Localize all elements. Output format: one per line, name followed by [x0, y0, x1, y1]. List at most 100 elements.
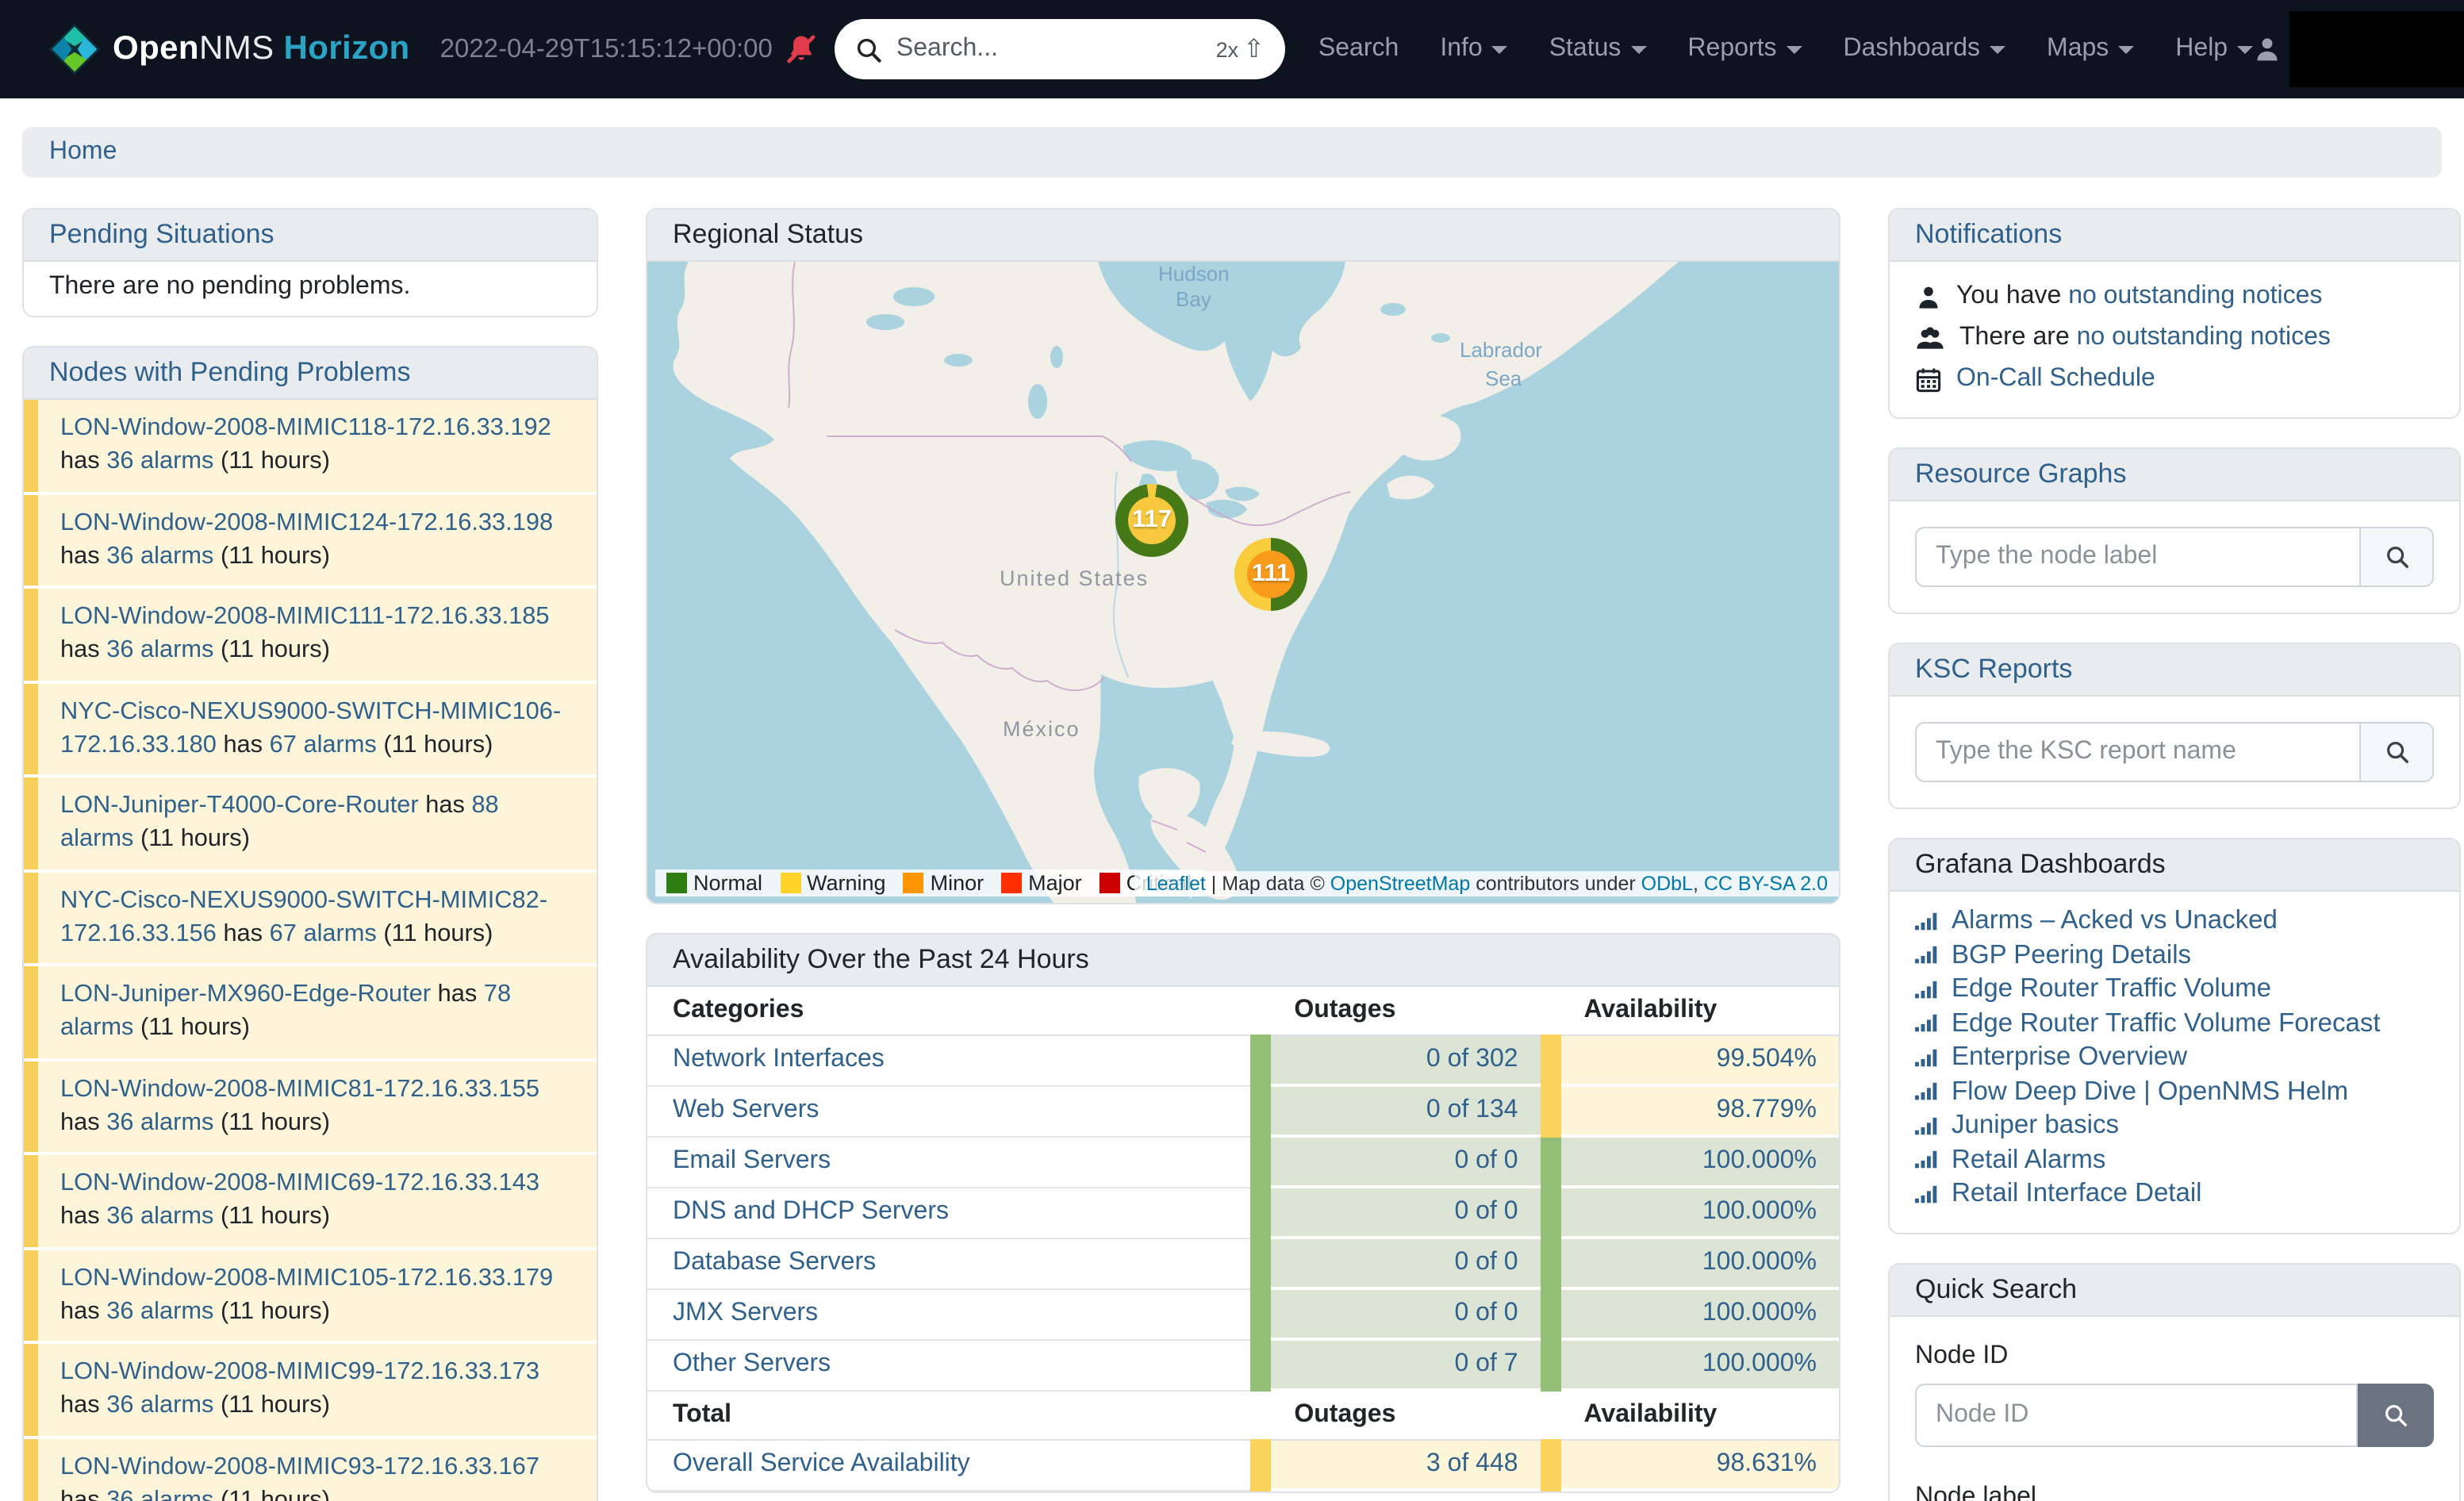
node-link[interactable]: LON-Window-2008-MIMIC118-172.16.33.192 — [60, 414, 551, 441]
server-timestamp: 2022-04-29T15:15:12+00:00 — [440, 34, 773, 64]
regional-status-map[interactable]: Hudson Bay Labrador Sea United States Mé… — [647, 262, 1839, 903]
col-header-availability: Availability — [1551, 987, 1839, 1035]
notifications-off-icon[interactable] — [784, 32, 819, 67]
alarms-link[interactable]: 36 alarms — [106, 1392, 213, 1419]
category-link[interactable]: Web Servers — [673, 1096, 819, 1123]
category-link[interactable]: Database Servers — [673, 1249, 876, 1276]
leaflet-link[interactable]: Leaflet — [1146, 873, 1206, 895]
main-nav: Search Info Status Reports Dashboards Ma… — [1318, 35, 2253, 63]
critical-swatch — [1100, 873, 1120, 893]
table-row: Other Servers 0 of 7 100.000% — [647, 1339, 1839, 1390]
node-link[interactable]: LON-Window-2008-MIMIC93-172.16.33.167 — [60, 1453, 539, 1480]
grafana-dashboard-link[interactable]: Retail Interface Detail — [1915, 1177, 2434, 1211]
node-link[interactable]: LON-Window-2008-MIMIC124-172.16.33.198 — [60, 509, 553, 536]
grafana-dashboard-link[interactable]: Alarms – Acked vs Unacked — [1915, 904, 2434, 939]
grafana-dashboard-link[interactable]: Retail Alarms — [1915, 1143, 2434, 1177]
breadcrumb-home-link[interactable]: Home — [49, 138, 117, 165]
user-notices-link[interactable]: no outstanding notices — [2068, 282, 2322, 309]
user-menu[interactable] — [2253, 11, 2464, 87]
category-link[interactable]: Other Servers — [673, 1350, 831, 1377]
grafana-dashboard-link[interactable]: Edge Router Traffic Volume Forecast — [1915, 1007, 2434, 1041]
center-column: Regional Status — [646, 208, 1840, 1501]
node-id-search-button[interactable] — [2358, 1383, 2434, 1446]
availability-cell: 98.631% — [1551, 1440, 1839, 1490]
ksc-reports-title[interactable]: KSC Reports — [1890, 644, 2459, 697]
oncall-schedule-link[interactable]: On-Call Schedule — [1956, 359, 2155, 400]
grafana-dashboard-link[interactable]: Juniper basics — [1915, 1109, 2434, 1143]
quick-search-title: Quick Search — [1890, 1264, 2459, 1316]
map-label-united-states: United States — [1000, 566, 1149, 590]
col-header-outages: Outages — [1261, 987, 1550, 1035]
resource-graphs-search-button[interactable] — [2361, 527, 2434, 587]
outages-cell: 0 of 0 — [1261, 1187, 1550, 1238]
availability-title: Availability Over the Past 24 Hours — [647, 935, 1839, 987]
node-link[interactable]: LON-Window-2008-MIMIC69-172.16.33.143 — [60, 1169, 539, 1196]
ksc-reports-search-button[interactable] — [2361, 722, 2434, 782]
node-link[interactable]: LON-Window-2008-MIMIC81-172.16.33.155 — [60, 1075, 539, 1102]
alarms-link[interactable]: 36 alarms — [106, 637, 213, 664]
node-id-group: Node ID — [1915, 1342, 2434, 1446]
alarms-link[interactable]: 36 alarms — [106, 1298, 213, 1325]
ccbysa-link[interactable]: CC BY-SA 2.0 — [1704, 873, 1828, 895]
grafana-dashboard-link[interactable]: Edge Router Traffic Volume — [1915, 973, 2434, 1007]
availability-cell: 100.000% — [1551, 1339, 1839, 1390]
grafana-dashboard-link[interactable]: Flow Deep Dive | OpenNMS Helm — [1915, 1075, 2434, 1109]
overall-availability-link[interactable]: Overall Service Availability — [673, 1451, 970, 1478]
alarms-link[interactable]: 67 alarms — [270, 731, 377, 758]
nav-maps-menu[interactable]: Maps — [2047, 35, 2134, 63]
search-input[interactable] — [896, 35, 1202, 63]
alarms-link[interactable]: 36 alarms — [106, 448, 213, 475]
grafana-dashboard-link[interactable]: BGP Peering Details — [1915, 939, 2434, 973]
node-id-input[interactable] — [1915, 1383, 2358, 1446]
shift-key-icon: ⇧ — [1243, 33, 1265, 65]
node-link[interactable]: LON-Juniper-T4000-Core-Router — [60, 792, 419, 819]
cluster-marker-111[interactable]: 111 — [1234, 538, 1307, 611]
bar-chart-icon — [1915, 911, 1939, 933]
table-row: Database Servers 0 of 0 100.000% — [647, 1238, 1839, 1288]
availability-table: Categories Outages Availability Network … — [647, 987, 1839, 1491]
opennms-brand[interactable]: OpenNMSHorizon — [48, 22, 410, 76]
nav-info-menu[interactable]: Info — [1440, 35, 1507, 63]
alarms-link[interactable]: 36 alarms — [106, 1203, 213, 1230]
team-notices-row: There are no outstanding notices — [1915, 317, 2434, 359]
nav-status-menu[interactable]: Status — [1549, 35, 1647, 63]
alarms-link[interactable]: 36 alarms — [106, 543, 213, 570]
person-icon — [1915, 283, 1942, 310]
bar-chart-icon — [1915, 1047, 1939, 1069]
category-link[interactable]: JMX Servers — [673, 1299, 818, 1326]
brand-text: OpenNMSHorizon — [113, 30, 410, 68]
resource-graphs-title[interactable]: Resource Graphs — [1890, 449, 2459, 501]
grafana-dashboard-link[interactable]: Enterprise Overview — [1915, 1041, 2434, 1075]
availability-card: Availability Over the Past 24 Hours Cate… — [646, 933, 1840, 1493]
node-link[interactable]: LON-Juniper-MX960-Edge-Router — [60, 981, 431, 1008]
nav-dashboards-menu[interactable]: Dashboards — [1843, 35, 2005, 63]
category-link[interactable]: DNS and DHCP Servers — [673, 1198, 949, 1225]
node-link[interactable]: LON-Window-2008-MIMIC111-172.16.33.185 — [60, 603, 550, 630]
osm-link[interactable]: OpenStreetMap — [1330, 873, 1471, 895]
node-link[interactable]: LON-Window-2008-MIMIC105-172.16.33.179 — [60, 1264, 553, 1291]
nav-help-menu[interactable]: Help — [2175, 35, 2253, 63]
node-link[interactable]: LON-Window-2008-MIMIC99-172.16.33.173 — [60, 1358, 539, 1385]
resource-graphs-input[interactable] — [1915, 527, 2361, 587]
navbar-right-cluster: 0 0 + ⚙⚙⚙ — [2253, 11, 2464, 87]
outages-cell: 0 of 7 — [1261, 1339, 1550, 1390]
nav-reports-menu[interactable]: Reports — [1687, 35, 1802, 63]
nodes-pending-problems-title[interactable]: Nodes with Pending Problems — [24, 347, 597, 400]
cluster-marker-117[interactable]: 117 — [1115, 484, 1188, 557]
category-link[interactable]: Network Interfaces — [673, 1046, 885, 1073]
alarms-link[interactable]: 36 alarms — [106, 1487, 213, 1501]
notifications-title[interactable]: Notifications — [1890, 209, 2459, 262]
alarms-link[interactable]: 67 alarms — [270, 920, 377, 947]
team-notices-link[interactable]: no outstanding notices — [2077, 324, 2331, 351]
global-search[interactable]: 2x⇧ — [835, 19, 1285, 79]
pending-situations-title[interactable]: Pending Situations — [24, 209, 597, 262]
node-problem-item: LON-Window-2008-MIMIC69-172.16.33.143 ha… — [24, 1155, 597, 1246]
ksc-reports-input[interactable] — [1915, 722, 2361, 782]
alarms-link[interactable]: 36 alarms — [106, 1109, 213, 1136]
redacted-username — [2289, 11, 2464, 87]
category-link[interactable]: Email Servers — [673, 1147, 831, 1174]
regional-status-title: Regional Status — [647, 209, 1839, 262]
nav-search-link[interactable]: Search — [1318, 35, 1399, 63]
chevron-down-icon — [2118, 45, 2134, 53]
odbl-link[interactable]: ODbL — [1641, 873, 1693, 895]
